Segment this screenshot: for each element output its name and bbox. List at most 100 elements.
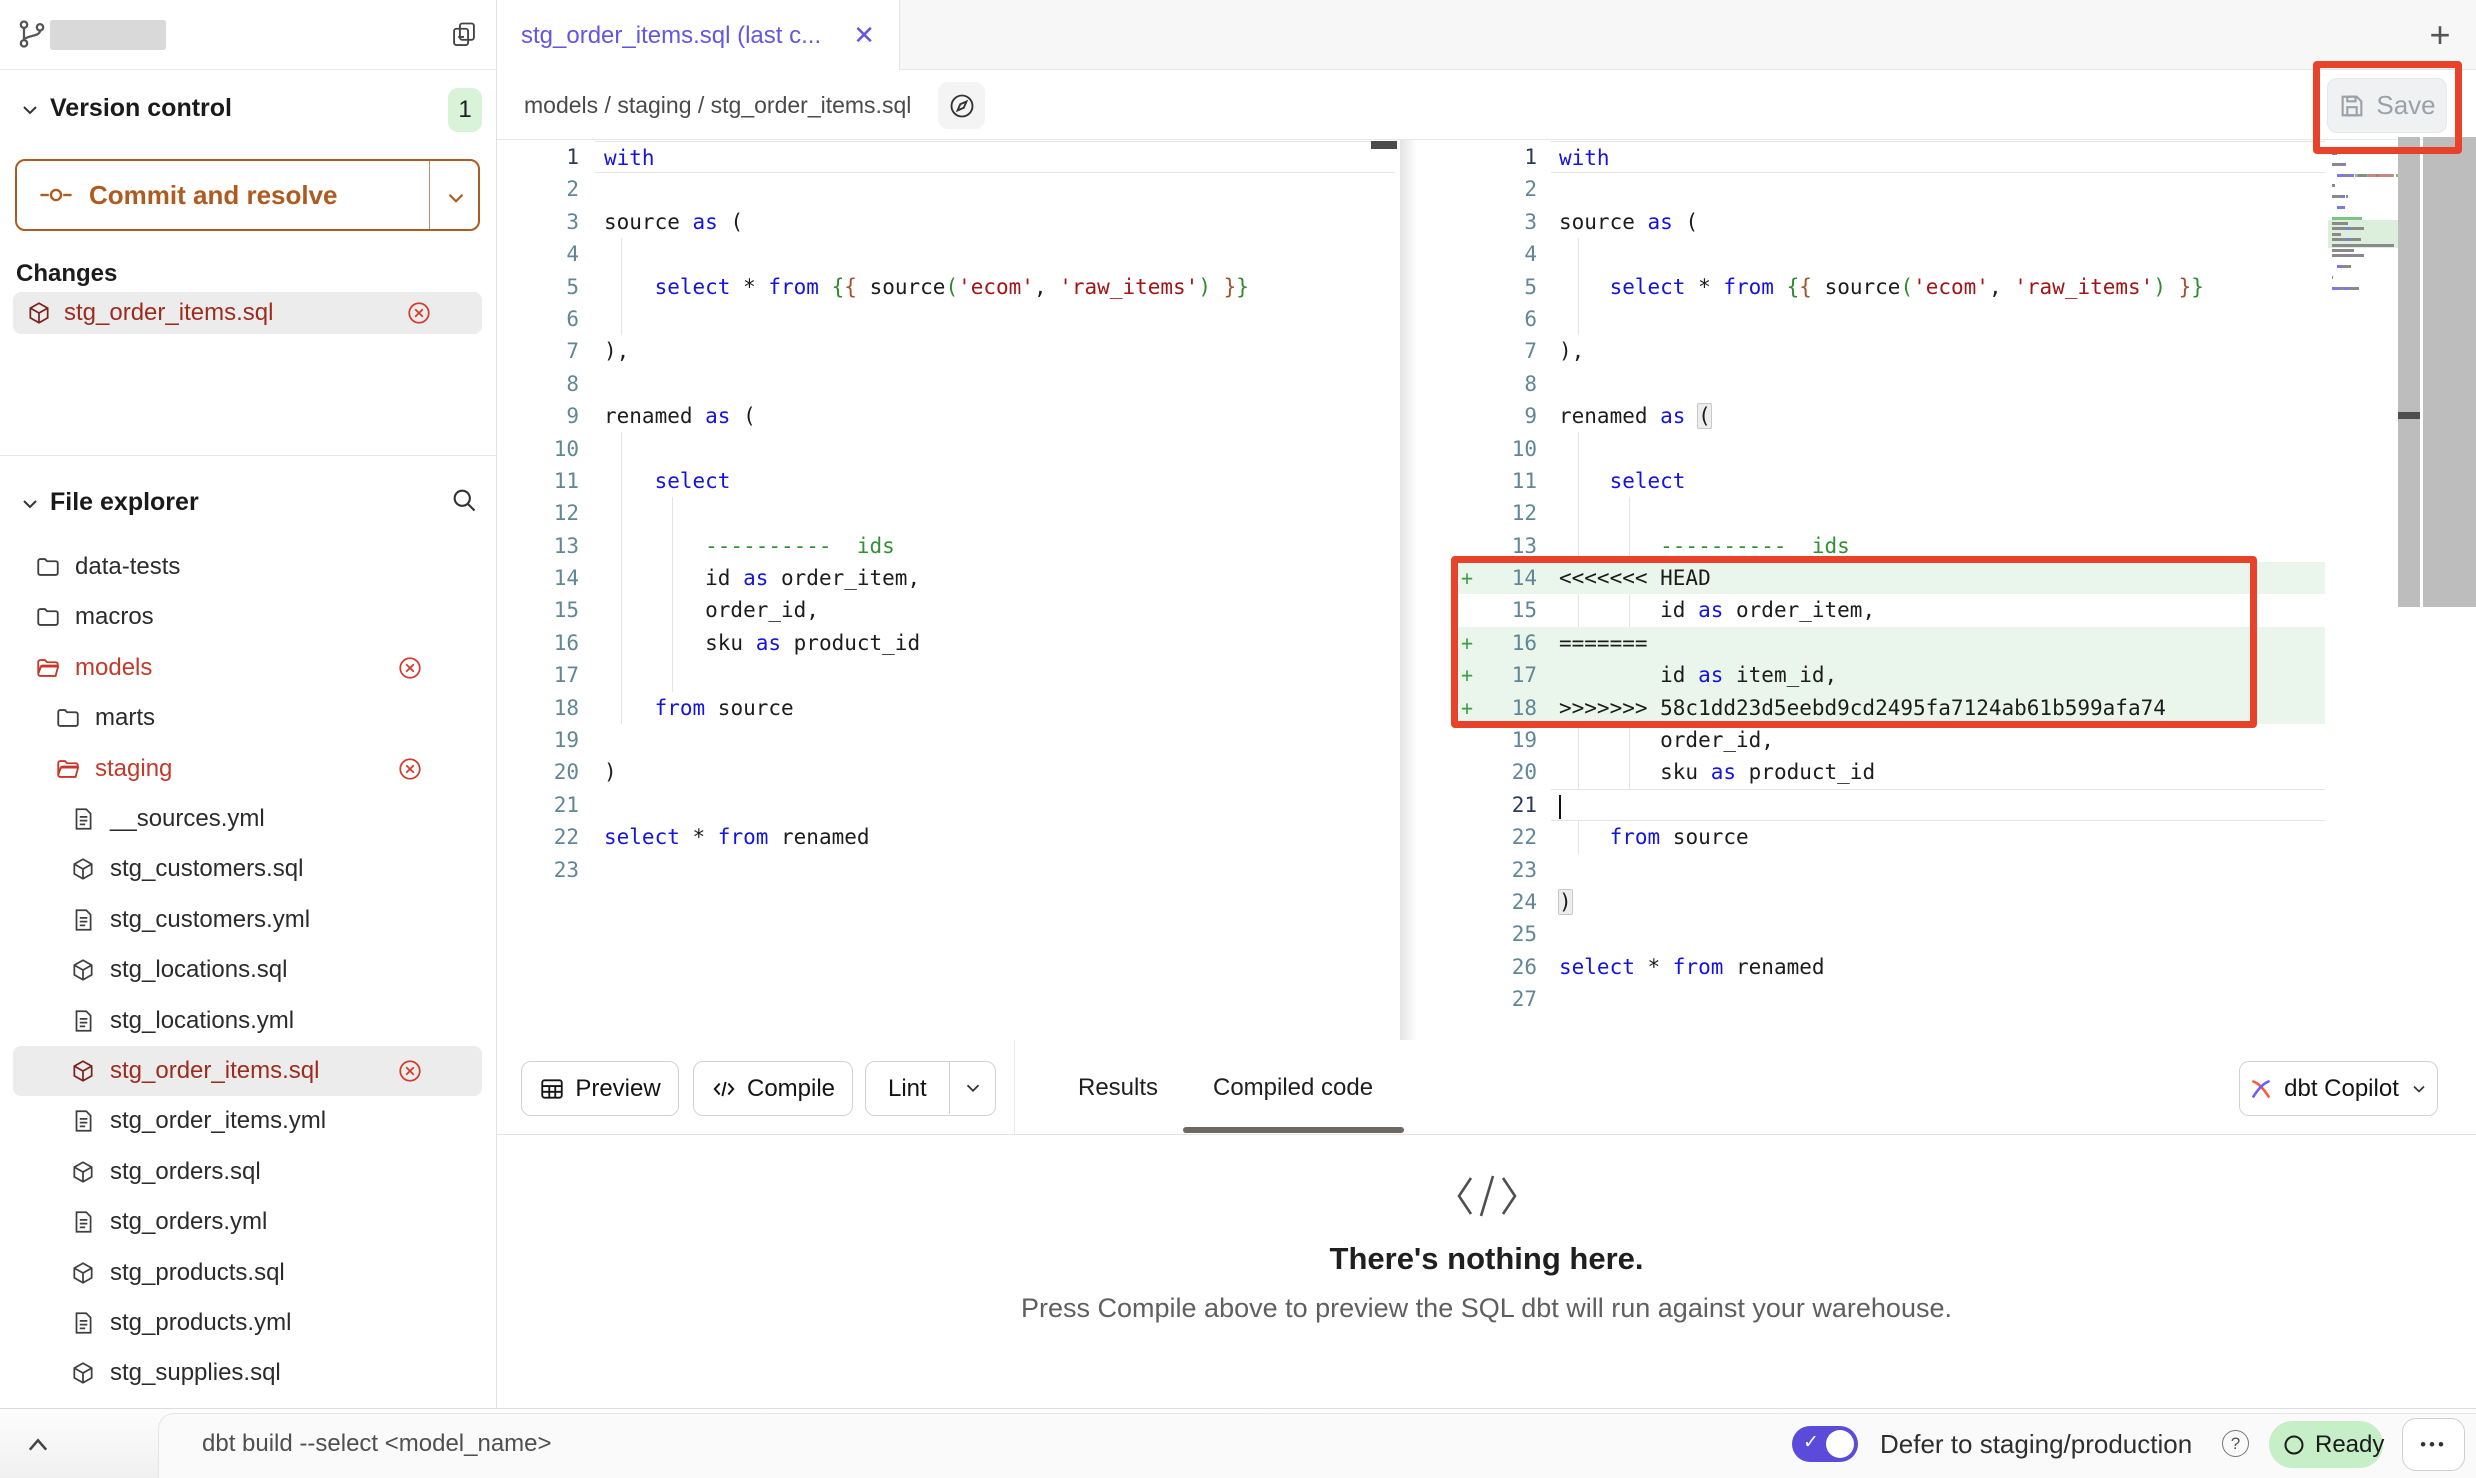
code-line[interactable]: 26select * from renamed <box>1455 951 2325 983</box>
preview-button[interactable]: Preview <box>521 1061 679 1116</box>
code-line[interactable]: 3source as ( <box>1455 206 2325 238</box>
code-line[interactable]: 1with <box>507 141 1395 173</box>
copy-icon[interactable] <box>450 20 478 48</box>
code-line[interactable]: 8 <box>507 368 1395 400</box>
code-line[interactable]: 10 <box>507 433 1395 465</box>
code-line[interactable]: 3source as ( <box>507 206 1395 238</box>
code-line[interactable]: 20 sku as product_id <box>1455 756 2325 788</box>
code-line[interactable]: 11 select <box>507 465 1395 497</box>
code-line[interactable]: 16 sku as product_id <box>507 627 1395 659</box>
file-item[interactable]: stg_supplies.sql <box>0 1348 497 1398</box>
code-line[interactable]: +14<<<<<<< HEAD <box>1455 562 2325 594</box>
code-line[interactable]: 11 select <box>1455 465 2325 497</box>
code-line[interactable]: 13 ---------- ids <box>1455 530 2325 562</box>
tab-results[interactable]: Results <box>1078 1040 1158 1135</box>
tab-compiled-code[interactable]: Compiled code <box>1213 1040 1373 1135</box>
changed-file-item[interactable]: stg_order_items.sql <box>13 292 482 334</box>
code-line[interactable]: 22 from source <box>1455 821 2325 853</box>
file-item[interactable]: stg_customers.sql <box>0 844 497 894</box>
navigate-button[interactable] <box>938 82 985 129</box>
file-item[interactable]: stg_order_items.yml <box>0 1096 497 1146</box>
code-line[interactable]: 19 order_id, <box>1455 724 2325 756</box>
code-line[interactable]: 2 <box>507 173 1395 205</box>
file-item[interactable]: marts <box>0 693 497 743</box>
scrollbar-thumb[interactable] <box>2398 412 2420 419</box>
scrollbar-thumb[interactable] <box>1371 141 1397 149</box>
code-line[interactable]: 24) <box>1455 886 2325 918</box>
file-item[interactable]: stg_order_items.sql <box>13 1046 482 1096</box>
tab-close-icon[interactable]: ✕ <box>853 20 875 51</box>
help-icon[interactable]: ? <box>2222 1430 2249 1457</box>
code-line[interactable]: 1with <box>1455 141 2325 173</box>
code-line[interactable]: 4 <box>507 238 1395 270</box>
commit-dropdown-chevron-icon[interactable] <box>443 185 469 211</box>
code-line[interactable]: 6 <box>1455 303 2325 335</box>
defer-toggle[interactable]: ✓ <box>1792 1426 1858 1462</box>
file-item[interactable]: stg_products.yml <box>0 1298 497 1348</box>
revert-file-icon[interactable] <box>406 300 432 326</box>
chevron-down-icon[interactable] <box>18 98 42 122</box>
revert-file-icon[interactable] <box>397 756 423 782</box>
file-item[interactable]: stg_locations.sql <box>0 945 497 995</box>
scrollbar-track-outer[interactable] <box>2423 137 2476 607</box>
code-line[interactable]: 12 <box>507 497 1395 529</box>
code-line[interactable]: +16======= <box>1455 627 2325 659</box>
code-line[interactable]: 2 <box>1455 173 2325 205</box>
search-icon[interactable] <box>450 486 478 514</box>
compile-button[interactable]: Compile <box>693 1061 853 1116</box>
code-line[interactable]: 17 <box>507 659 1395 691</box>
code-line[interactable]: 15 id as order_item, <box>1455 594 2325 626</box>
new-tab-button[interactable]: + <box>2415 10 2465 60</box>
code-line[interactable]: 6 <box>507 303 1395 335</box>
revert-file-icon[interactable] <box>397 1058 423 1084</box>
file-item[interactable]: macros <box>0 592 497 642</box>
file-item[interactable]: stg_products.sql <box>0 1248 497 1298</box>
file-item[interactable]: stg_locations.yml <box>0 996 497 1046</box>
code-line[interactable]: 23 <box>1455 854 2325 886</box>
code-line[interactable]: 18 from source <box>507 692 1395 724</box>
lint-button[interactable]: Lint <box>865 1061 996 1116</box>
file-item[interactable]: data-tests <box>0 542 497 592</box>
code-line[interactable]: 8 <box>1455 368 2325 400</box>
tab-stg-order-items[interactable]: stg_order_items.sql (last c... ✕ <box>497 0 900 71</box>
file-item[interactable]: staging <box>0 744 497 794</box>
code-line[interactable]: 20) <box>507 756 1395 788</box>
file-item[interactable]: stg_customers.yml <box>0 895 497 945</box>
code-line[interactable]: +17 id as item_id, <box>1455 659 2325 691</box>
scrollbar-track[interactable] <box>2398 137 2420 607</box>
code-line[interactable]: 27 <box>1455 983 2325 1015</box>
code-line[interactable]: 21 <box>1455 789 2325 821</box>
code-line[interactable]: 9renamed as ( <box>1455 400 2325 432</box>
file-item[interactable]: stg_orders.yml <box>0 1197 497 1247</box>
code-line[interactable]: +18>>>>>>> 58c1dd23d5eebd9cd2495fa7124ab… <box>1455 692 2325 724</box>
code-editor-last-commit[interactable]: 1with23source as (45 select * from {{ so… <box>507 141 1395 886</box>
minimap[interactable] <box>2332 152 2396 298</box>
code-line[interactable]: 4 <box>1455 238 2325 270</box>
code-line[interactable]: 7), <box>507 335 1395 367</box>
code-line[interactable]: 23 <box>507 854 1395 886</box>
revert-file-icon[interactable] <box>397 655 423 681</box>
code-line[interactable]: 15 order_id, <box>507 594 1395 626</box>
chevron-down-icon[interactable] <box>18 492 42 516</box>
file-item[interactable]: stg_orders.sql <box>0 1147 497 1197</box>
more-options-button[interactable]: ••• <box>2402 1418 2465 1471</box>
code-line[interactable]: 5 select * from {{ source('ecom', 'raw_i… <box>507 271 1395 303</box>
file-item[interactable]: __sources.yml <box>0 794 497 844</box>
code-line[interactable]: 22select * from renamed <box>507 821 1395 853</box>
code-editor-working-copy[interactable]: 1with23source as (45 select * from {{ so… <box>1455 141 2325 1016</box>
file-item[interactable]: models <box>0 643 497 693</box>
commit-and-resolve-button[interactable]: Commit and resolve <box>15 159 480 231</box>
code-line[interactable]: 12 <box>1455 497 2325 529</box>
code-line[interactable]: 21 <box>507 789 1395 821</box>
dbt-copilot-button[interactable]: dbt Copilot <box>2239 1061 2438 1116</box>
code-line[interactable]: 14 id as order_item, <box>507 562 1395 594</box>
code-line[interactable]: 5 select * from {{ source('ecom', 'raw_i… <box>1455 271 2325 303</box>
code-line[interactable]: 13 ---------- ids <box>507 530 1395 562</box>
save-button[interactable]: Save <box>2327 78 2447 133</box>
lint-dropdown-chevron-icon[interactable] <box>962 1077 984 1099</box>
code-line[interactable]: 25 <box>1455 918 2325 950</box>
code-line[interactable]: 7), <box>1455 335 2325 367</box>
expand-chevron-up-icon[interactable] <box>24 1433 52 1457</box>
code-line[interactable]: 9renamed as ( <box>507 400 1395 432</box>
code-line[interactable]: 10 <box>1455 433 2325 465</box>
